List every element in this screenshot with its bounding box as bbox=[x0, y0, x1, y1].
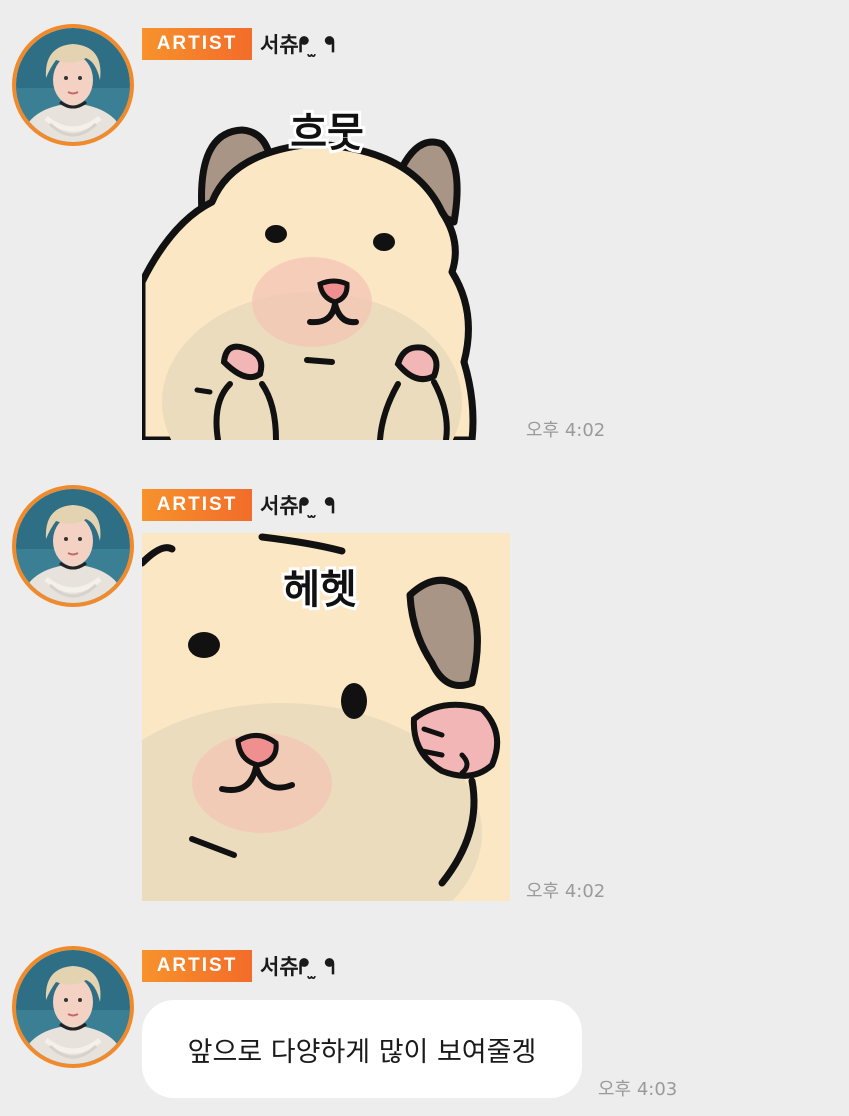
message-time: 오후 4:02 bbox=[526, 881, 606, 902]
hamster-sticker[interactable]: 헤헷 bbox=[142, 533, 510, 901]
sender-name[interactable]: 서츄ᖰ ̫ ᖳ bbox=[260, 951, 335, 981]
sender-name[interactable]: 서츄ᖰ ̫ ᖳ bbox=[260, 29, 335, 59]
message-header: ARTIST 서츄ᖰ ̫ ᖳ bbox=[142, 489, 335, 521]
message-header: ARTIST 서츄ᖰ ̫ ᖳ bbox=[142, 950, 335, 982]
avatar[interactable] bbox=[12, 24, 134, 146]
artist-badge: ARTIST bbox=[142, 28, 252, 60]
artist-badge: ARTIST bbox=[142, 950, 252, 982]
message-header: ARTIST 서츄ᖰ ̫ ᖳ bbox=[142, 28, 335, 60]
artist-badge: ARTIST bbox=[142, 489, 252, 521]
message-time: 오후 4:03 bbox=[598, 1079, 678, 1100]
sender-name[interactable]: 서츄ᖰ ̫ ᖳ bbox=[260, 490, 335, 520]
avatar[interactable] bbox=[12, 946, 134, 1068]
sticker-caption: 헤헷 bbox=[283, 567, 357, 613]
hamster-sticker[interactable]: 흐뭇 bbox=[142, 72, 482, 440]
avatar[interactable] bbox=[12, 485, 134, 607]
sticker-caption: 흐뭇 bbox=[290, 110, 364, 156]
message-bubble[interactable]: 앞으로 다양하게 많이 보여줄겡 bbox=[142, 1000, 582, 1098]
message-time: 오후 4:02 bbox=[526, 420, 606, 441]
